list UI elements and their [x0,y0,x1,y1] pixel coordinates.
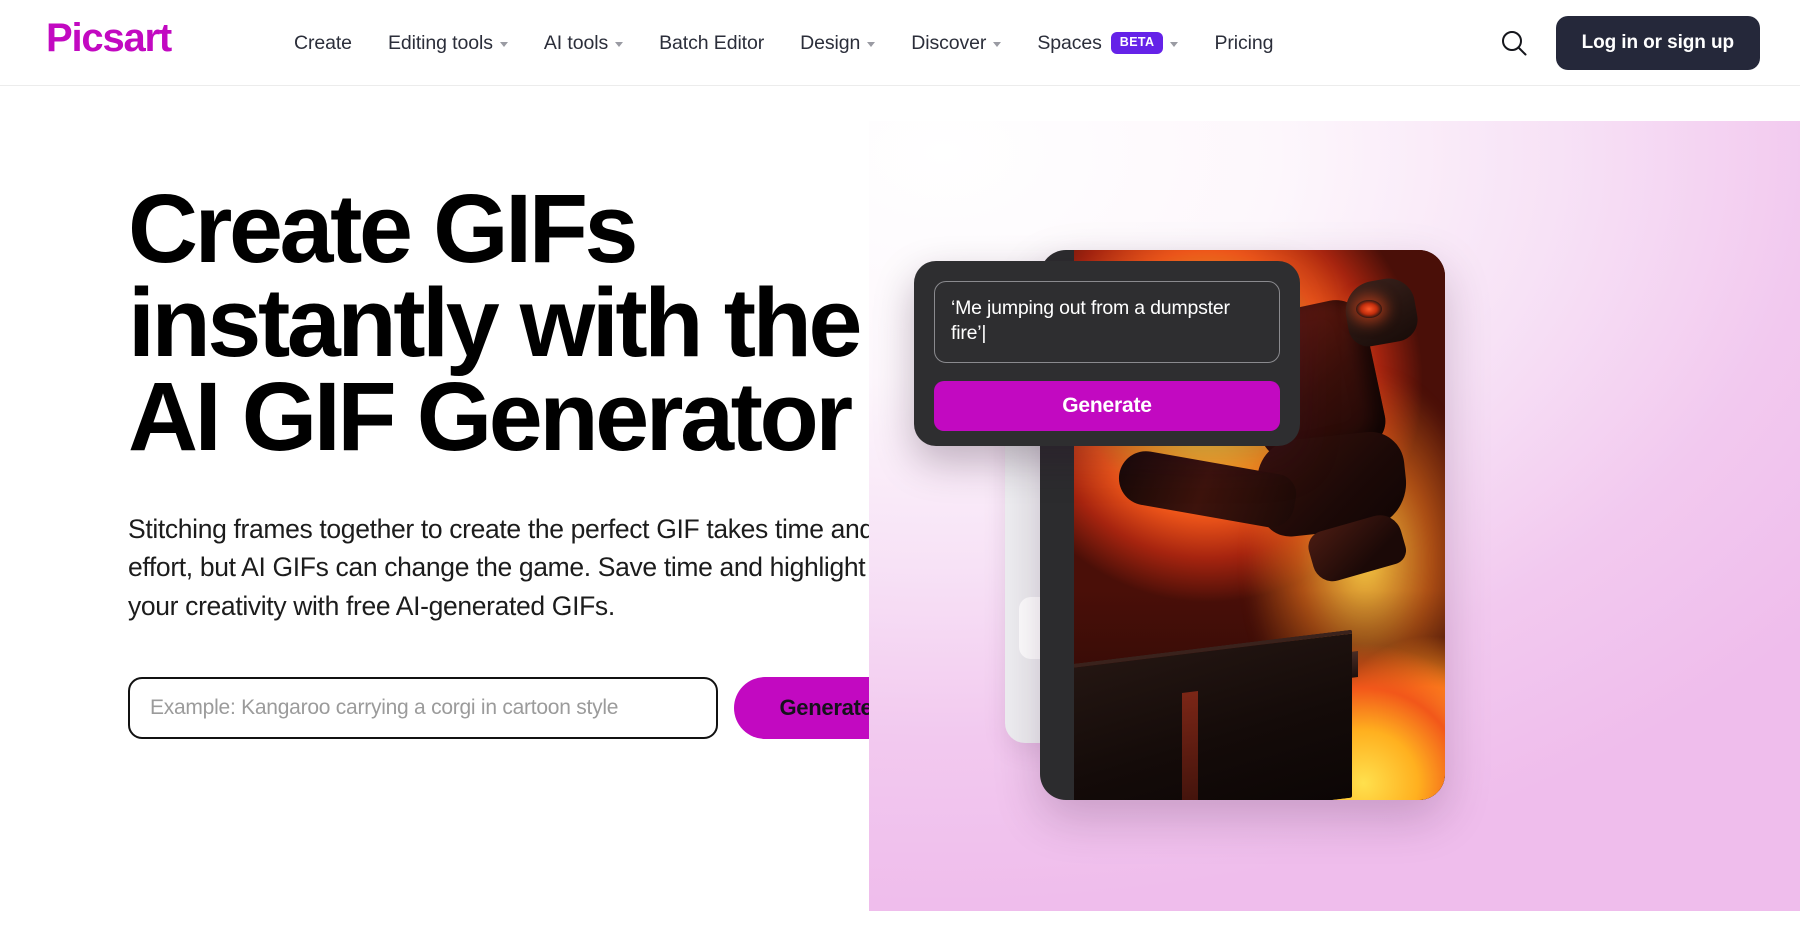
chevron-down-icon [993,42,1002,47]
nav-label: Batch Editor [659,31,765,54]
nav-item-discover[interactable]: Discover [893,0,1019,86]
preview-generate-button[interactable]: Generate [934,381,1280,431]
nav-item-editing-tools[interactable]: Editing tools [370,0,526,86]
chevron-down-icon [1170,42,1179,47]
nav-label: Spaces [1037,31,1102,54]
chevron-down-icon [867,42,876,47]
prompt-input[interactable] [128,676,718,739]
nav-item-pricing[interactable]: Pricing [1196,0,1291,86]
hero-section: Create GIFs instantly with the AI GIF Ge… [0,86,1800,930]
main-navigation: Create Editing tools AI tools Batch Edit… [276,0,1291,86]
preview-prompt-card: Generate [914,261,1300,446]
prompt-form: Generate [128,676,918,739]
header-actions: Log in or sign up [1494,0,1760,86]
figure-visor-glow [1356,300,1382,318]
nav-label: Design [800,31,861,54]
picsart-logo[interactable]: Picsart [46,18,172,58]
nav-item-design[interactable]: Design [782,0,893,86]
nav-item-batch-editor[interactable]: Batch Editor [641,0,782,86]
search-icon [1501,31,1527,56]
preview-panel: Generate [869,121,1800,911]
login-signup-button[interactable]: Log in or sign up [1555,16,1760,70]
nav-label: AI tools [543,31,609,54]
hero-copy: Create GIFs instantly with the AI GIF Ge… [128,174,918,739]
nav-item-spaces[interactable]: Spaces BETA [1019,0,1196,86]
nav-label: Editing tools [387,31,493,54]
chevron-down-icon [615,42,624,47]
beta-badge: BETA [1110,32,1164,54]
site-header: Picsart Create Editing tools AI tools Ba… [0,0,1800,86]
preview-prompt-textarea[interactable] [934,281,1280,363]
chevron-down-icon [499,42,508,47]
nav-item-ai-tools[interactable]: AI tools [526,0,641,86]
search-button[interactable] [1494,23,1534,63]
nav-label: Pricing [1214,31,1274,54]
nav-item-create[interactable]: Create [276,0,370,86]
nav-label: Create [294,31,352,54]
nav-label: Discover [911,31,987,54]
hero-subtitle: Stitching frames together to create the … [128,514,874,621]
page-title: Create GIFs instantly with the AI GIF Ge… [128,174,862,472]
dumpster-stripe [1182,691,1198,800]
